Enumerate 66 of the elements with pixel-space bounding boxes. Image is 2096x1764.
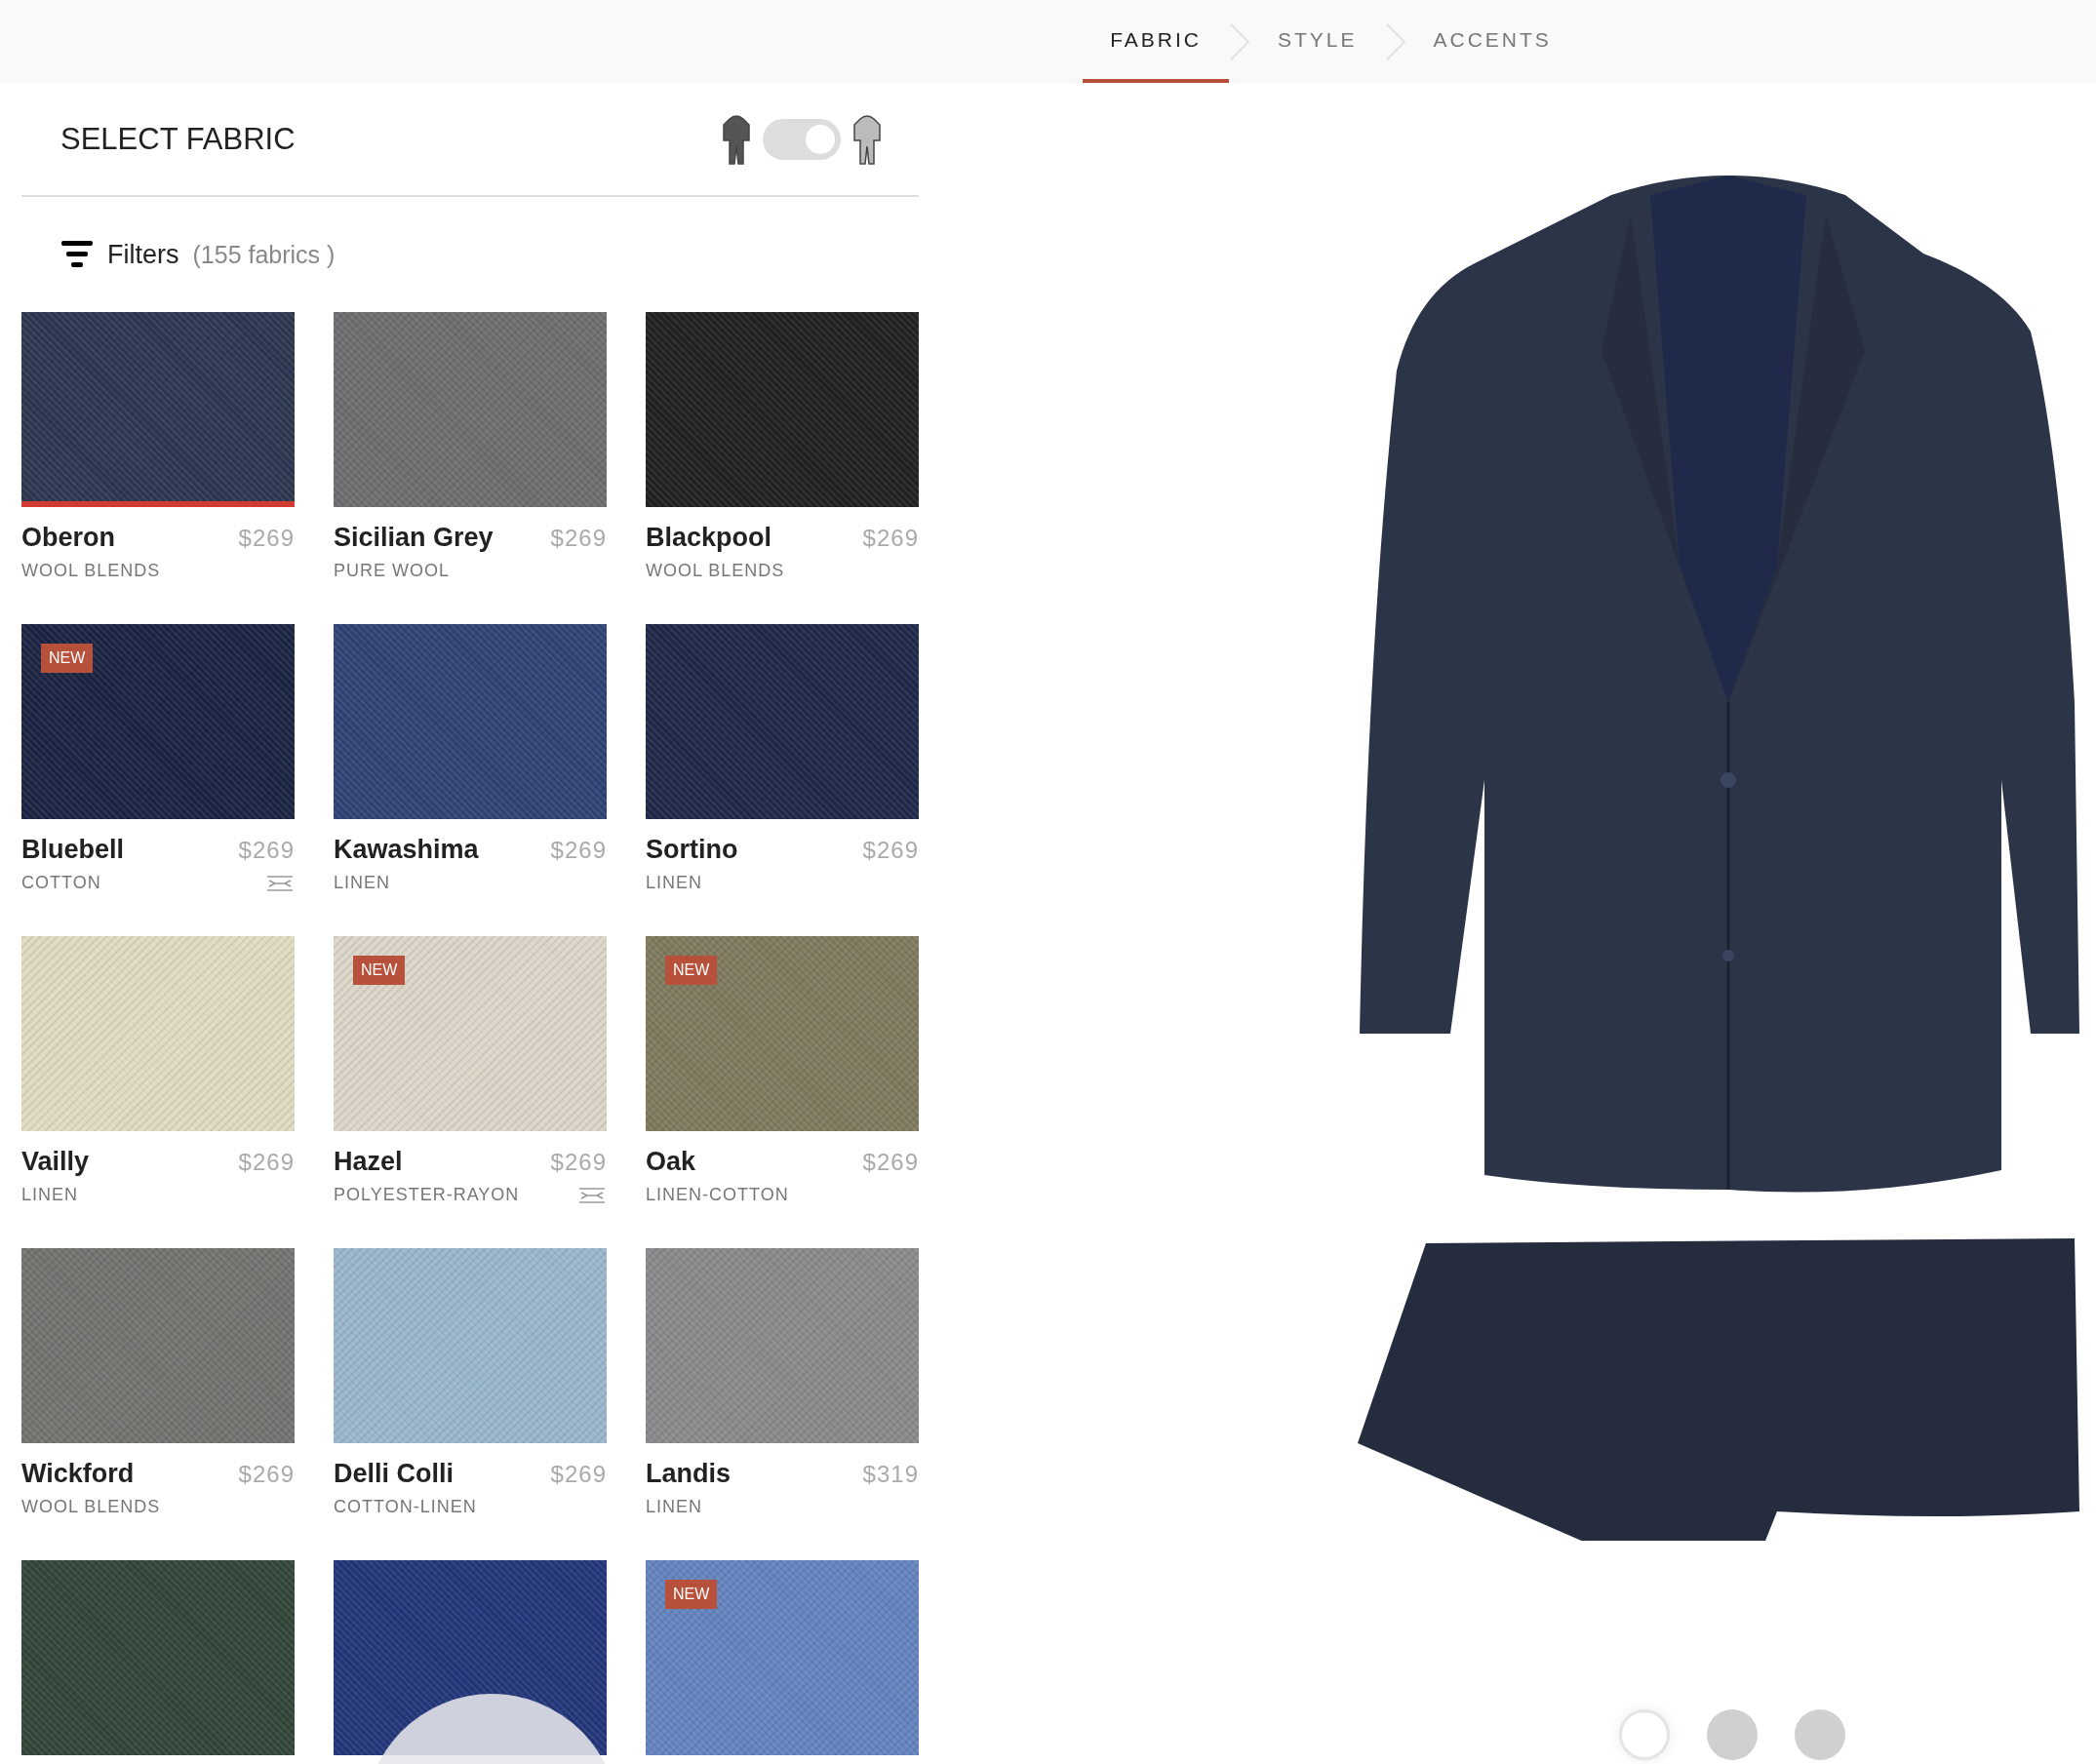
fabric-swatch[interactable]: NEW [21,624,295,819]
fabric-name: Blackpool [646,523,772,553]
fabric-category: WOOL BLENDS [21,561,161,581]
step-tab[interactable]: STYLE [1250,0,1385,83]
panel-title: SELECT FABRIC [60,121,296,157]
fabric-swatch[interactable] [21,1560,295,1755]
jacket-figure-icon [850,112,884,166]
suit-figure-icon [720,112,753,166]
new-badge: NEW [41,644,94,673]
step-tab[interactable]: FABRIC [1083,0,1229,83]
fabric-category: COTTON-LINEN [334,1497,477,1517]
fabric-name: Bluebell [21,835,125,865]
fabric-swatch[interactable] [21,936,295,1131]
fabric-category: WOOL BLENDS [646,561,785,581]
fabric-swatch[interactable]: NEW [334,936,607,1131]
fabric-price: $269 [862,1149,919,1176]
fabric-swatch[interactable] [21,1248,295,1443]
fabric-swatch[interactable] [334,312,607,507]
filter-icon [60,239,94,270]
new-badge: NEW [353,956,406,985]
fabric-price: $319 [862,1461,919,1488]
fabric-swatch[interactable]: NEW [646,936,919,1131]
fabric-name: Kawashima [334,835,479,865]
fabric-price: $269 [862,837,919,864]
fabric-price: $269 [862,525,919,552]
fabric-price: $269 [238,525,295,552]
fabric-swatch[interactable] [646,312,919,507]
fabric-swatch[interactable] [646,1248,919,1443]
fabric-category: LINEN [334,873,390,893]
fabric-category: LINEN [646,1497,702,1517]
fabric-swatch[interactable] [646,624,919,819]
new-badge: NEW [665,1580,718,1609]
fabric-category: POLYESTER-RAYON [334,1185,520,1205]
fabric-name: Sortino [646,835,738,865]
fabric-name: Delli Colli [334,1459,455,1489]
fabric-swatch[interactable] [334,1248,607,1443]
fabric-category: COTTON [21,873,101,893]
fabric-price: $269 [550,1461,607,1488]
fabric-category: LINEN-COTTON [646,1185,789,1205]
fabric-price: $269 [550,837,607,864]
view-dot[interactable] [1619,1709,1670,1760]
filters-button[interactable]: Filters (155 fabrics ) [21,197,375,312]
fabric-name: Vailly [21,1147,90,1177]
fabric-name: Landis [646,1459,731,1489]
fabric-price: $269 [238,837,295,864]
fabric-category: PURE WOOL [334,561,450,581]
fabric-swatch[interactable] [21,312,295,507]
fabric-name: Oak [646,1147,696,1177]
toggle-switch[interactable] [763,118,841,160]
fabric-swatch[interactable]: NEW [646,1560,919,1755]
new-badge: NEW [665,956,718,985]
step-tab[interactable]: ACCENTS [1405,0,1579,83]
fabric-price: $269 [238,1461,295,1488]
fabric-swatch[interactable] [334,624,607,819]
view-dot[interactable] [1707,1709,1758,1760]
fabric-category: LINEN [646,873,702,893]
fabric-price: $269 [238,1149,295,1176]
view-dot[interactable] [1795,1709,1845,1760]
fabric-name: Sicilian Grey [334,523,494,553]
fabric-price: $269 [550,525,607,552]
fabric-price: $269 [550,1149,607,1176]
fabric-name: Hazel [334,1147,403,1177]
fabric-name: Oberon [21,523,115,553]
fabric-category: WOOL BLENDS [21,1497,161,1517]
fabric-name: Wickford [21,1459,135,1489]
fabric-category: LINEN [21,1185,78,1205]
